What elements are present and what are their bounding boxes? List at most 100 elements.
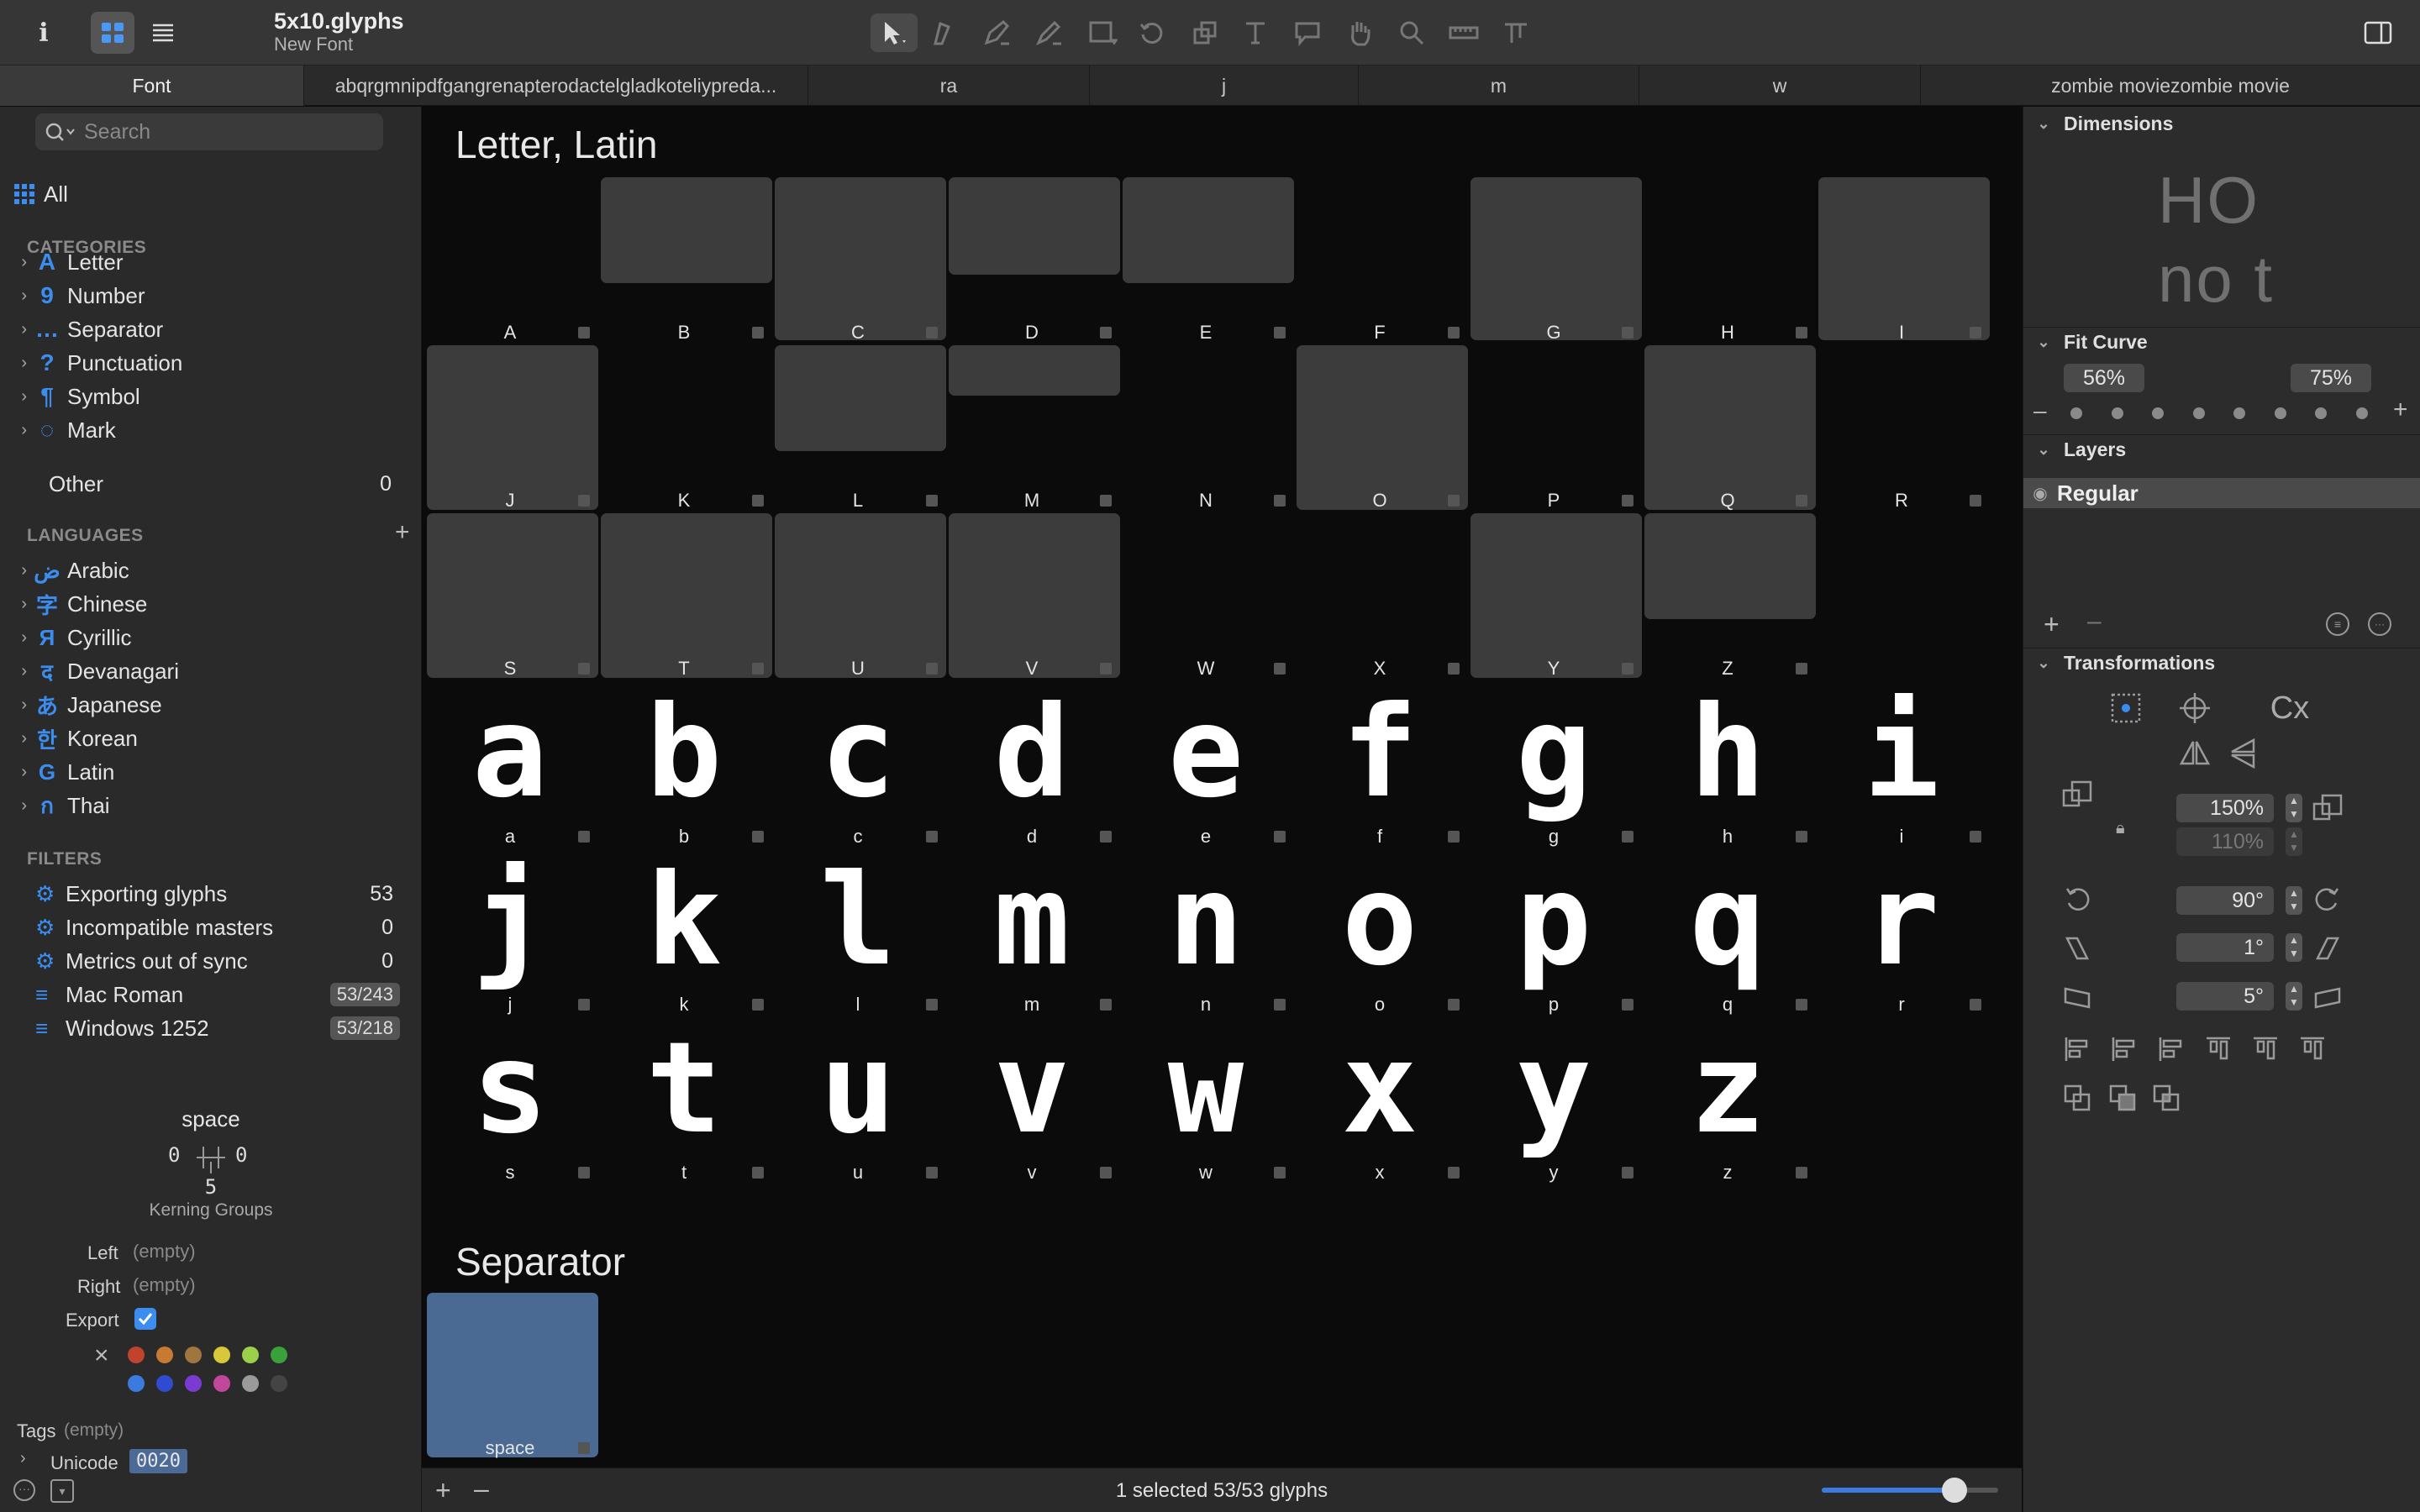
- add-layer-icon[interactable]: +: [2044, 609, 2060, 640]
- filter-item[interactable]: ⚙ Incompatible masters 0: [0, 911, 422, 944]
- skew-right-icon[interactable]: [2309, 980, 2346, 1014]
- glyph-cell-z[interactable]: zz: [1641, 1016, 1814, 1184]
- fit-curve-step[interactable]: [2152, 407, 2164, 419]
- tab-text-3[interactable]: j: [1090, 66, 1359, 106]
- glyph-cell-checkbox[interactable]: [578, 327, 590, 339]
- right-kern-field[interactable]: (empty): [133, 1274, 196, 1296]
- scale-x-field[interactable]: 150%: [2176, 794, 2274, 822]
- scale-icon[interactable]: [2059, 779, 2096, 812]
- align-center-h-icon[interactable]: [2106, 1032, 2143, 1066]
- glyph-cell-O[interactable]: O: [1293, 344, 1468, 512]
- glyph-cell-checkbox[interactable]: [1274, 327, 1286, 339]
- tab-text-2[interactable]: ra: [808, 66, 1090, 106]
- tab-text-1[interactable]: abqrgmnipdfgangrenapterodactelgladkoteli…: [304, 66, 808, 106]
- bounding-box-origin-icon[interactable]: [2107, 691, 2144, 725]
- sidebar-item-other[interactable]: Other 0: [0, 467, 422, 501]
- color-label-swatch[interactable]: [242, 1347, 259, 1363]
- color-label-swatch[interactable]: [271, 1375, 287, 1392]
- glyph-cell-P[interactable]: P: [1467, 344, 1640, 512]
- glyph-cell-o[interactable]: oo: [1293, 848, 1466, 1016]
- glyph-cell-Y[interactable]: Y: [1467, 512, 1642, 680]
- layer-row-regular[interactable]: ◉ Regular: [2023, 478, 2420, 508]
- filter-item[interactable]: ≡ Windows 1252 53/218: [0, 1011, 422, 1045]
- rotate-ccw-icon[interactable]: [2059, 883, 2096, 916]
- glyph-cell-checkbox[interactable]: [1274, 495, 1286, 507]
- glyph-cell-p[interactable]: pp: [1467, 848, 1640, 1016]
- sidebar-item-thai[interactable]: › ก Thai: [0, 789, 422, 822]
- glyph-cell-checkbox[interactable]: [1100, 831, 1112, 843]
- scale-up-icon[interactable]: [2309, 792, 2346, 826]
- glyph-cell-U[interactable]: U: [771, 512, 946, 680]
- filter-layers-icon[interactable]: ≡: [2326, 612, 2349, 636]
- glyph-cell-checkbox[interactable]: [1274, 663, 1286, 675]
- chevron-right-icon[interactable]: ›: [0, 595, 32, 614]
- glyph-cell-checkbox[interactable]: [578, 831, 590, 843]
- path-union-icon[interactable]: [2059, 1081, 2096, 1115]
- glyph-cell-checkbox[interactable]: [1448, 327, 1460, 339]
- chevron-right-icon[interactable]: ›: [0, 696, 32, 715]
- unicode-expand-icon[interactable]: ›: [20, 1449, 26, 1468]
- color-label-swatch[interactable]: [242, 1375, 259, 1392]
- glyph-cell-space[interactable]: space: [424, 1291, 598, 1459]
- lsb-value[interactable]: 0: [168, 1143, 180, 1167]
- fit-curve-min-field[interactable]: 56%: [2064, 364, 2144, 392]
- glyph-cell-t[interactable]: tt: [597, 1016, 771, 1184]
- glyph-cell-checkbox[interactable]: [1622, 327, 1634, 339]
- glyph-cell-checkbox[interactable]: [1970, 495, 1981, 507]
- glyph-cell-y[interactable]: yy: [1467, 1016, 1640, 1184]
- sidebar-item-separator[interactable]: ›… Separator: [0, 312, 422, 346]
- glyph-cell-m[interactable]: mm: [945, 848, 1118, 1016]
- align-bottom-icon[interactable]: [2294, 1032, 2331, 1066]
- pen-tool-icon[interactable]: [976, 13, 1017, 52]
- sidebar-item-devanagari[interactable]: › द Devanagari: [0, 654, 422, 688]
- scale-y-field[interactable]: 110%: [2176, 827, 2274, 856]
- hand-tool-icon[interactable]: [1339, 13, 1380, 52]
- glyph-cell-checkbox[interactable]: [1622, 495, 1634, 507]
- glyph-cell-V[interactable]: V: [945, 512, 1120, 680]
- text-tool-icon[interactable]: [1235, 13, 1276, 52]
- glyph-cell-M[interactable]: M: [945, 344, 1120, 512]
- menu-dropdown-icon[interactable]: ▾: [50, 1479, 74, 1503]
- glyph-cell-checkbox[interactable]: [578, 1442, 590, 1454]
- glyph-cell-checkbox[interactable]: [752, 831, 764, 843]
- glyph-cell-c[interactable]: cc: [771, 680, 944, 848]
- chevron-right-icon[interactable]: ›: [0, 354, 32, 373]
- glyph-cell-S[interactable]: S: [424, 512, 598, 680]
- glyph-cell-T[interactable]: T: [597, 512, 772, 680]
- export-checkbox[interactable]: [134, 1308, 156, 1330]
- glyph-cell-checkbox[interactable]: [1970, 999, 1981, 1011]
- left-kern-field[interactable]: (empty): [133, 1241, 196, 1263]
- measure-tool-icon[interactable]: [1444, 13, 1484, 52]
- glyph-cell-checkbox[interactable]: [1100, 327, 1112, 339]
- color-label-swatch[interactable]: [271, 1347, 287, 1363]
- glyph-cell-Z[interactable]: Z: [1641, 512, 1816, 680]
- glyph-cell-checkbox[interactable]: [578, 495, 590, 507]
- sidebar-item-letter[interactable]: › A Letter: [0, 245, 422, 279]
- glyph-cell-I[interactable]: I: [1815, 176, 1990, 344]
- scale-y-stepper[interactable]: ▲ ▼: [2286, 827, 2302, 856]
- glyph-cell-checkbox[interactable]: [1448, 831, 1460, 843]
- glyph-cell-checkbox[interactable]: [578, 999, 590, 1011]
- filter-item[interactable]: ⚙ Metrics out of sync 0: [0, 944, 422, 978]
- glyph-cell-s[interactable]: ss: [424, 1016, 597, 1184]
- glyph-cell-e[interactable]: ee: [1119, 680, 1292, 848]
- origin-crosshair-icon[interactable]: [2176, 691, 2213, 725]
- select-tool-icon[interactable]: [871, 13, 918, 52]
- remove-layer-icon[interactable]: –: [2087, 607, 2102, 636]
- glyph-cell-N[interactable]: N: [1119, 344, 1292, 512]
- list-view-icon[interactable]: [141, 12, 185, 54]
- glyph-cell-D[interactable]: D: [945, 176, 1120, 344]
- lock-icon[interactable]: 🔒︎: [2116, 819, 2125, 838]
- glyph-cell-G[interactable]: G: [1467, 176, 1642, 344]
- sidebar-item-japanese[interactable]: › あ Japanese: [0, 688, 422, 722]
- glyph-cell-r[interactable]: rr: [1815, 848, 1988, 1016]
- primitives-tool-icon[interactable]: [1496, 13, 1536, 52]
- glyph-cell-checkbox[interactable]: [1100, 1167, 1112, 1179]
- sidebar-item-symbol[interactable]: › ¶ Symbol: [0, 380, 422, 413]
- glyph-cell-d[interactable]: dd: [945, 680, 1118, 848]
- fit-curve-step[interactable]: [2192, 407, 2205, 419]
- sidebar-item-punctuation[interactable]: ›? Punctuation: [0, 346, 422, 380]
- scale-tool-icon[interactable]: [1185, 13, 1225, 52]
- glyph-cell-checkbox[interactable]: [752, 495, 764, 507]
- glyph-cell-checkbox[interactable]: [752, 663, 764, 675]
